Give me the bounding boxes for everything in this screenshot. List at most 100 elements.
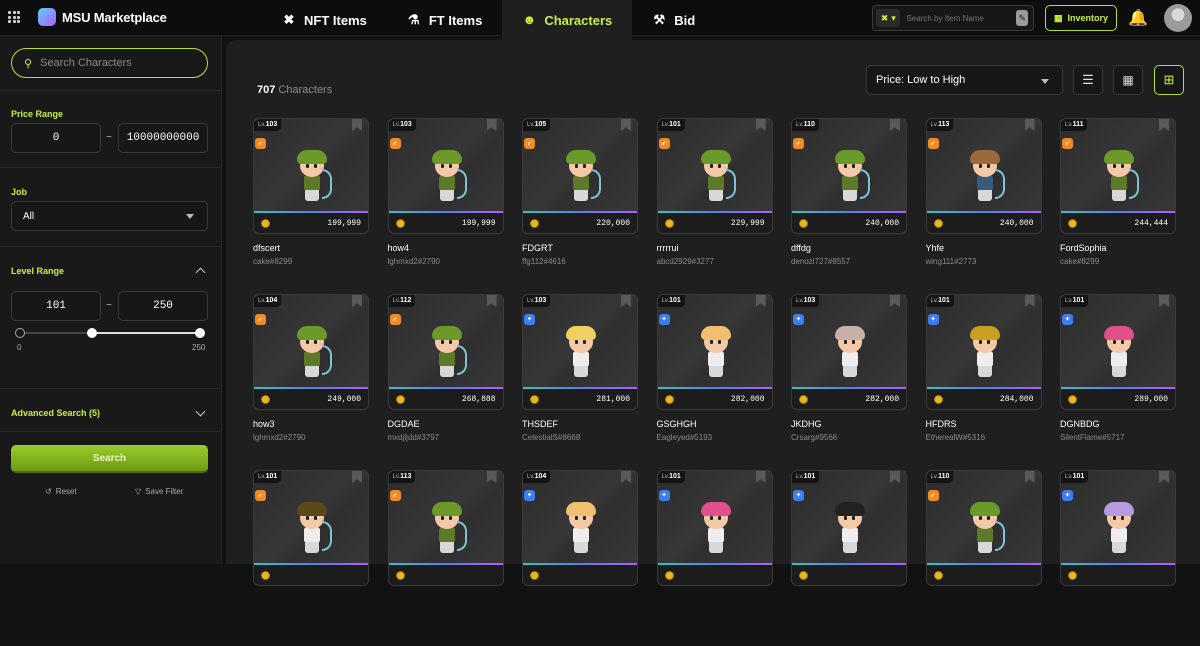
character-name[interactable]: rrrrrui (657, 243, 773, 253)
character-image[interactable]: Lv.103 ➹ 199,999 (253, 118, 369, 234)
character-card[interactable]: Lv.110 ➹ (925, 470, 1042, 646)
character-card[interactable]: Lv.105 ➹ 220,000 FDGRT ffg112#4616 (522, 118, 638, 294)
character-name[interactable]: THSDEF (522, 419, 638, 429)
advanced-search-toggle[interactable]: Advanced Search (5) (11, 408, 100, 418)
character-image[interactable]: Lv.101 ✦ (791, 470, 907, 586)
bell-icon[interactable]: 🔔 (1128, 8, 1148, 28)
character-name[interactable]: HFDRS (926, 419, 1042, 429)
character-name[interactable]: dfscert (253, 243, 369, 253)
character-card[interactable]: Lv.113 ➹ 240,000 Yhfe wing111#2773 (925, 118, 1042, 294)
character-image[interactable]: Lv.101 ✦ 284,000 (925, 294, 1042, 410)
tab-bid[interactable]: ⚒ Bid (632, 0, 715, 40)
save-filter-button[interactable]: ▽ Save Filter (135, 487, 183, 496)
character-image[interactable]: Lv.101 ✦ (656, 470, 773, 586)
tab-ft-items[interactable]: ⚗ FT Items (387, 0, 502, 40)
bookmark-icon[interactable] (621, 471, 631, 483)
character-image[interactable]: Lv.113 ➹ (387, 470, 504, 586)
search-button[interactable]: Search (11, 445, 208, 473)
job-select[interactable]: All (11, 201, 208, 231)
character-name[interactable]: dffdg (791, 243, 907, 253)
bookmark-icon[interactable] (1024, 295, 1035, 307)
chevron-down-icon[interactable] (195, 406, 206, 417)
character-image[interactable]: Lv.110 ➹ 240,000 (791, 118, 907, 234)
character-card[interactable]: Lv.103 ✦ 281,000 THSDEF CelestialS#8668 (522, 294, 638, 470)
bookmark-icon[interactable] (486, 471, 497, 483)
bookmark-icon[interactable] (486, 295, 497, 307)
bookmark-icon[interactable] (890, 119, 900, 131)
level-slider-min-handle[interactable] (15, 328, 25, 338)
character-card[interactable]: Lv.101 ✦ (791, 470, 907, 646)
character-image[interactable]: Lv.104 ✦ (522, 470, 638, 586)
character-image[interactable]: Lv.105 ➹ 220,000 (522, 118, 638, 234)
price-max-field[interactable]: 10000000000 (118, 123, 208, 153)
character-name[interactable]: FordSophia (1060, 243, 1176, 253)
bookmark-icon[interactable] (755, 471, 766, 483)
quill-icon[interactable]: ✎ (1016, 10, 1028, 26)
character-card[interactable]: Lv.101 ✦ (1060, 470, 1176, 646)
character-image[interactable]: Lv.103 ➹ 199,999 (387, 118, 504, 234)
character-card[interactable]: Lv.104 ➹ 249,000 how3 lghmxd2#2790 (253, 294, 369, 470)
bookmark-icon[interactable] (621, 295, 631, 307)
character-card[interactable]: Lv.101 ✦ 289,000 DGNBDG SilentFlame#5717 (1060, 294, 1176, 470)
character-card[interactable]: Lv.101 ✦ 282,000 GSGHGH Eagleyed#5193 (656, 294, 773, 470)
character-image[interactable]: Lv.104 ➹ 249,000 (253, 294, 369, 410)
character-image[interactable]: Lv.101 ✦ 282,000 (656, 294, 773, 410)
character-name[interactable]: how3 (253, 419, 369, 429)
bookmark-icon[interactable] (755, 119, 766, 131)
bookmark-icon[interactable] (621, 119, 631, 131)
compact-grid-view-button[interactable]: ▦ (1113, 65, 1143, 95)
list-view-button[interactable]: ☰ (1073, 65, 1103, 95)
character-image[interactable]: Lv.103 ✦ 282,000 (791, 294, 907, 410)
level-slider-low-handle[interactable] (87, 328, 98, 338)
character-card[interactable]: Lv.103 ➹ 199,999 dfscert cake#8299 (253, 118, 369, 294)
bookmark-icon[interactable] (352, 471, 362, 483)
bookmark-icon[interactable] (890, 295, 900, 307)
character-image[interactable]: Lv.101 ✦ 289,000 (1060, 294, 1176, 410)
character-name[interactable]: Yhfe (926, 243, 1042, 253)
bookmark-icon[interactable] (1024, 119, 1035, 131)
character-name[interactable]: JKDHG (791, 419, 907, 429)
bookmark-icon[interactable] (352, 119, 362, 131)
character-image[interactable]: Lv.113 ➹ 240,000 (925, 118, 1042, 234)
character-name[interactable]: DGDAE (388, 419, 504, 429)
bookmark-icon[interactable] (1159, 295, 1169, 307)
reset-button[interactable]: ↺ Reset (45, 487, 77, 496)
character-name[interactable]: GSGHGH (657, 419, 773, 429)
apps-grid-icon[interactable] (8, 11, 20, 23)
character-card[interactable]: Lv.103 ✦ 282,000 JKDHG Crsarg#9566 (791, 294, 907, 470)
character-search-input[interactable] (40, 57, 191, 69)
character-name[interactable]: how4 (388, 243, 504, 253)
character-image[interactable]: Lv.110 ➹ (925, 470, 1042, 586)
character-card[interactable]: Lv.112 ➹ 268,888 DGDAE mxdjljdd#3797 (387, 294, 504, 470)
bookmark-icon[interactable] (1159, 119, 1169, 131)
large-grid-view-button[interactable]: ⊞ (1154, 65, 1184, 95)
character-card[interactable]: Lv.111 ➹ 244,444 FordSophia cake#8299 (1060, 118, 1176, 294)
character-card[interactable]: Lv.113 ➹ (387, 470, 504, 646)
sort-select[interactable]: Price: Low to High (866, 65, 1063, 95)
category-dropdown[interactable]: ✖ ▾ (876, 9, 901, 27)
level-slider-high-handle[interactable] (195, 328, 205, 338)
bookmark-icon[interactable] (352, 295, 362, 307)
tab-characters[interactable]: ☻ Characters (502, 0, 633, 40)
character-name[interactable]: FDGRT (522, 243, 638, 253)
bookmark-icon[interactable] (890, 471, 900, 483)
character-image[interactable]: Lv.111 ➹ 244,444 (1060, 118, 1176, 234)
character-card[interactable]: Lv.101 ➹ (253, 470, 369, 646)
character-image[interactable]: Lv.101 ➹ 229,999 (656, 118, 773, 234)
level-max-field[interactable]: 250 (118, 291, 208, 321)
character-card[interactable]: Lv.103 ➹ 199,999 how4 lghmxd2#2790 (387, 118, 504, 294)
character-card[interactable]: Lv.101 ➹ 229,999 rrrrrui abcd2929#3277 (656, 118, 773, 294)
character-card[interactable]: Lv.101 ✦ 284,000 HFDRS EtherealW#5316 (925, 294, 1042, 470)
character-image[interactable]: Lv.112 ➹ 268,888 (387, 294, 504, 410)
bookmark-icon[interactable] (1159, 471, 1169, 483)
character-image[interactable]: Lv.103 ✦ 281,000 (522, 294, 638, 410)
bookmark-icon[interactable] (755, 295, 766, 307)
avatar[interactable] (1164, 4, 1192, 32)
character-card[interactable]: Lv.101 ✦ (656, 470, 773, 646)
character-name[interactable]: DGNBDG (1060, 419, 1176, 429)
item-search-input[interactable] (900, 13, 1017, 23)
bookmark-icon[interactable] (486, 119, 497, 131)
chevron-up-icon[interactable] (195, 267, 206, 278)
brand-logo[interactable]: MSU Marketplace (38, 8, 167, 26)
bookmark-icon[interactable] (1024, 471, 1035, 483)
